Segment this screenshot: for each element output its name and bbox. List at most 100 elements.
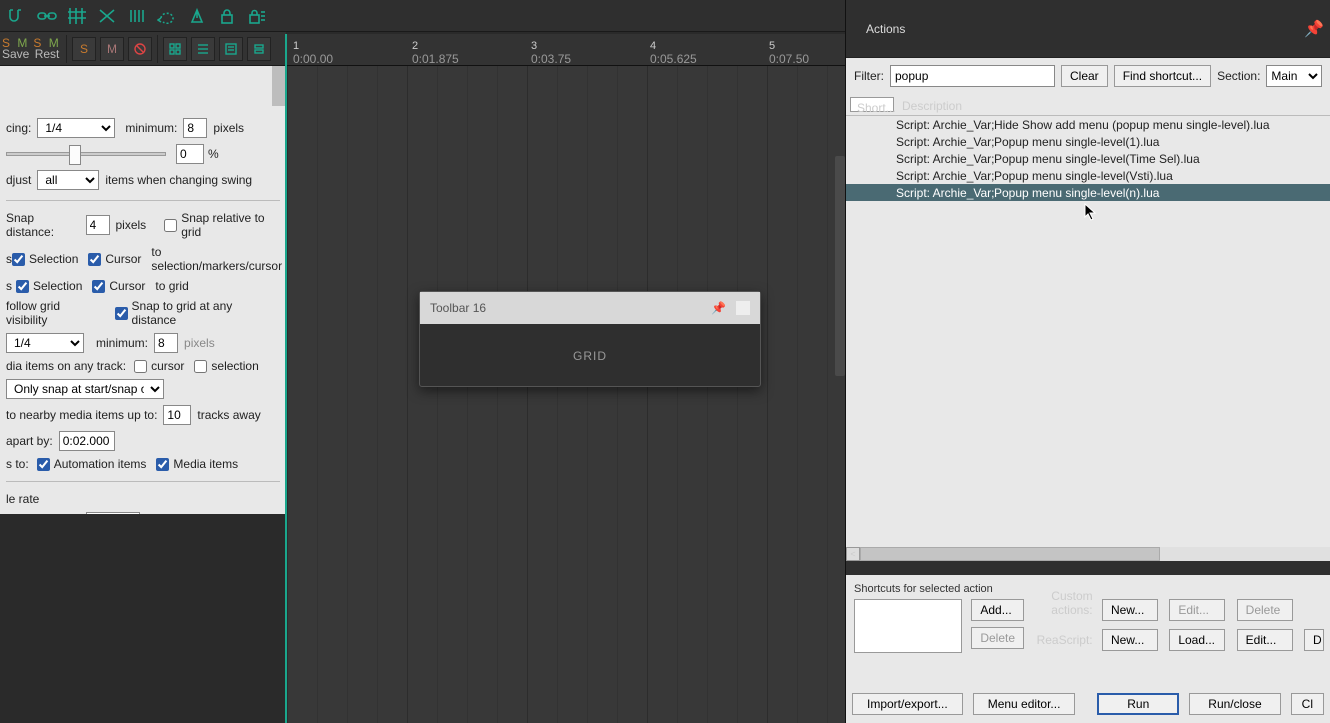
actions-filter-row: Filter: Clear Find shortcut... Section: … bbox=[846, 58, 1330, 94]
panel-scrollbar[interactable] bbox=[272, 66, 286, 106]
freq-min-input[interactable] bbox=[154, 333, 178, 353]
swing-slider[interactable] bbox=[6, 152, 166, 156]
pin-icon[interactable]: 📌 bbox=[1304, 19, 1324, 39]
selection-track-checkbox[interactable] bbox=[194, 360, 207, 373]
delete-reascript-button[interactable]: D bbox=[1304, 629, 1324, 651]
selection-checkbox-1[interactable] bbox=[12, 253, 25, 266]
action-list[interactable]: Script: Archie_Var;Hide Show add menu (p… bbox=[846, 116, 1330, 561]
snap-relative-checkbox[interactable] bbox=[164, 219, 177, 232]
new-reascript-button[interactable]: New... bbox=[1102, 629, 1158, 651]
automation-items-checkbox[interactable] bbox=[37, 458, 50, 471]
close-button[interactable]: Cl bbox=[1291, 693, 1324, 715]
delete-custom-button[interactable]: Delete bbox=[1237, 599, 1293, 621]
sm-save-button[interactable]: S M Save bbox=[0, 38, 31, 60]
spacing-label: cing: bbox=[6, 121, 31, 135]
reascript-label: ReaScript: bbox=[1007, 633, 1093, 647]
scroll-track[interactable] bbox=[860, 547, 1330, 561]
tb2-group-icon[interactable] bbox=[163, 37, 187, 61]
minimum-input[interactable] bbox=[183, 118, 207, 138]
lock-icon[interactable] bbox=[214, 3, 240, 29]
floating-toolbar-body: GRID bbox=[420, 324, 760, 388]
actions-titlebar[interactable]: Actions 📌 bbox=[846, 0, 1330, 58]
link-icon[interactable] bbox=[34, 3, 60, 29]
floating-toolbar-header[interactable]: Toolbar 16 📌 bbox=[420, 292, 760, 324]
tb2-stack-icon[interactable] bbox=[247, 37, 271, 61]
percent-label: % bbox=[208, 147, 219, 161]
edit-reascript-button[interactable]: Edit... bbox=[1237, 629, 1293, 651]
tb2-clear-icon[interactable] bbox=[128, 37, 152, 61]
arrange-view[interactable] bbox=[287, 66, 845, 723]
floating-toolbar-title: Toolbar 16 bbox=[430, 301, 486, 315]
tb2-m-icon[interactable]: M bbox=[100, 37, 124, 61]
spacing-select[interactable]: 1/4 bbox=[37, 118, 115, 138]
media-items-checkbox[interactable] bbox=[156, 458, 169, 471]
media-items-cb-label: Media items bbox=[173, 457, 238, 471]
sm-save-label: Save bbox=[2, 49, 29, 60]
action-source: Script: Archie_Var; bbox=[896, 152, 994, 166]
menu-editor-button[interactable]: Menu editor... bbox=[973, 693, 1076, 715]
ruler-mark: 40:05.625 bbox=[650, 40, 697, 66]
second-toolbar: S M Save S M Rest S M bbox=[0, 32, 286, 66]
clear-button[interactable]: Clear bbox=[1061, 65, 1108, 87]
timeline-ruler[interactable]: 10:00.0020:01.87530:03.7540:05.62550:07.… bbox=[287, 34, 845, 66]
find-shortcut-button[interactable]: Find shortcut... bbox=[1114, 65, 1211, 87]
swing-input[interactable] bbox=[176, 144, 204, 164]
nearby-input[interactable] bbox=[163, 405, 191, 425]
grid-icon[interactable] bbox=[64, 3, 90, 29]
tb2-list-icon[interactable] bbox=[219, 37, 243, 61]
new-custom-button[interactable]: New... bbox=[1102, 599, 1158, 621]
adjust-select[interactable]: all bbox=[37, 170, 99, 190]
sm-rest-button[interactable]: S M Rest bbox=[31, 38, 62, 60]
arrange-scrollbar[interactable] bbox=[835, 156, 845, 376]
top-toolbar bbox=[0, 0, 845, 32]
sample-rate-label: le rate bbox=[6, 492, 39, 506]
crossing-icon[interactable] bbox=[94, 3, 120, 29]
action-row[interactable]: Script: Archie_Var;Hide Show add menu (p… bbox=[846, 116, 1330, 133]
selection-checkbox-2[interactable] bbox=[16, 280, 29, 293]
bars-icon[interactable] bbox=[124, 3, 150, 29]
action-row[interactable]: Script: Archie_Var;Popup menu single-lev… bbox=[846, 184, 1330, 201]
snap-distance-input[interactable] bbox=[86, 215, 110, 235]
cursor-checkbox-2[interactable] bbox=[92, 280, 105, 293]
action-row[interactable]: Script: Archie_Var;Popup menu single-lev… bbox=[846, 133, 1330, 150]
filter-input[interactable] bbox=[890, 65, 1055, 87]
tb2-s-icon[interactable]: S bbox=[72, 37, 96, 61]
section-label: Section: bbox=[1217, 69, 1260, 83]
scroll-thumb[interactable] bbox=[860, 547, 1160, 561]
metronome-icon[interactable] bbox=[184, 3, 210, 29]
pin-icon[interactable]: 📌 bbox=[711, 301, 726, 315]
svg-text:S: S bbox=[80, 42, 88, 56]
snap-any-checkbox[interactable] bbox=[115, 307, 128, 320]
action-description: Popup menu single-level(Time Sel).lua bbox=[994, 152, 1200, 166]
grid-button-label[interactable]: GRID bbox=[573, 349, 607, 363]
tb2-lanes-icon[interactable] bbox=[191, 37, 215, 61]
sm-rest-label: Rest bbox=[35, 49, 60, 60]
column-shortcut[interactable]: Short... bbox=[850, 97, 894, 112]
s-to-label: s to: bbox=[6, 457, 29, 471]
media-items-label: dia items on any track: bbox=[6, 359, 126, 373]
freq-select[interactable]: 1/4 bbox=[6, 333, 84, 353]
cursor-checkbox-1[interactable] bbox=[88, 253, 101, 266]
shortcuts-listbox[interactable] bbox=[854, 599, 962, 653]
run-button[interactable]: Run bbox=[1097, 693, 1179, 715]
action-row[interactable]: Script: Archie_Var;Popup menu single-lev… bbox=[846, 167, 1330, 184]
apart-by-input[interactable] bbox=[59, 431, 115, 451]
ruler-mark: 20:01.875 bbox=[412, 40, 459, 66]
lock-settings-icon[interactable] bbox=[244, 3, 270, 29]
only-snap-select[interactable]: Only snap at start/snap offset bbox=[6, 379, 164, 399]
scroll-left-button[interactable]: < bbox=[846, 547, 860, 561]
load-reascript-button[interactable]: Load... bbox=[1169, 629, 1225, 651]
snap-distance-label: Snap distance: bbox=[6, 211, 80, 239]
import-export-button[interactable]: Import/export... bbox=[852, 693, 963, 715]
snap-magnet-icon[interactable] bbox=[4, 3, 30, 29]
loop-icon[interactable] bbox=[154, 3, 180, 29]
column-description[interactable]: Description bbox=[896, 96, 1328, 113]
edit-custom-button[interactable]: Edit... bbox=[1169, 599, 1225, 621]
cursor-track-checkbox[interactable] bbox=[134, 360, 147, 373]
action-row[interactable]: Script: Archie_Var;Popup menu single-lev… bbox=[846, 150, 1330, 167]
minimum-label-2: minimum: bbox=[96, 336, 148, 350]
svg-text:M: M bbox=[107, 42, 117, 56]
close-icon[interactable] bbox=[736, 301, 750, 315]
section-select[interactable]: Main bbox=[1266, 65, 1322, 87]
run-close-button[interactable]: Run/close bbox=[1189, 693, 1280, 715]
